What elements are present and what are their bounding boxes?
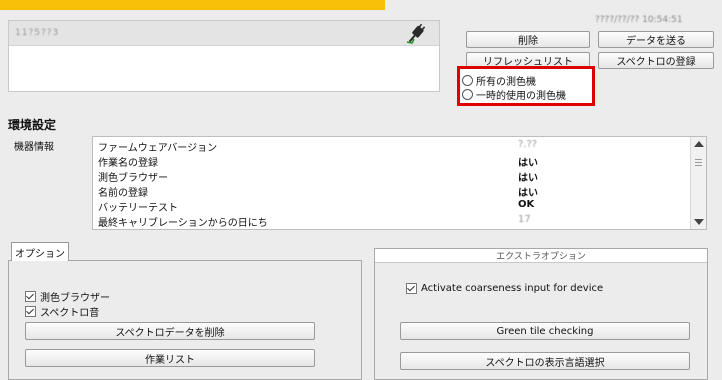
table-row[interactable]: 最終キャリブレーションからの日にち 17	[93, 213, 690, 229]
connection-plug-icon	[406, 23, 426, 44]
radio-label: 所有の測色機	[476, 76, 536, 88]
scroll-down-icon[interactable]	[694, 219, 704, 225]
row-key: ファームウェアバージョン	[98, 143, 218, 154]
scroll-up-icon[interactable]	[694, 141, 704, 147]
row-value: ?.??	[518, 139, 538, 150]
checkbox-label: スペクトロ音	[40, 308, 100, 319]
row-key: 測色ブラウザー	[98, 173, 168, 184]
row-key: 作業名の登録	[98, 158, 158, 169]
checkbox-color-browser[interactable]: 測色ブラウザー	[25, 290, 110, 304]
row-key: 名前の登録	[98, 188, 148, 199]
row-key: バッテリーテスト	[98, 203, 178, 214]
extra-options-title: エクストラオプション	[375, 249, 707, 263]
row-value: はい	[518, 158, 538, 169]
radio-circle[interactable]	[462, 74, 473, 86]
device-info-table[interactable]: ファームウェアバージョン ?.?? 作業名の登録 はい 測色ブラウザー はい 名…	[92, 136, 707, 230]
row-key: 最終キャリブレーションからの日にち	[98, 218, 268, 229]
table-row[interactable]: 名前の登録 はい	[93, 183, 690, 199]
extra-options-panel: エクストラオプション Activate coarseness input for…	[374, 248, 708, 380]
options-checkboxes: 測色ブラウザー スペクトロ音	[25, 290, 110, 319]
checkbox-checked-icon[interactable]	[25, 291, 36, 302]
radio-circle[interactable]	[462, 88, 473, 100]
checkbox-checked-icon[interactable]	[406, 283, 417, 294]
green-tile-checking-button[interactable]: Green tile checking	[400, 322, 690, 340]
scroll-grip-icon[interactable]	[695, 159, 702, 160]
row-value: はい	[518, 188, 538, 199]
table-scrollbar[interactable]	[690, 137, 706, 229]
device-id: 11?5??3	[15, 28, 60, 38]
delete-spectro-data-button[interactable]: スペクトロデータを削除	[25, 322, 315, 340]
checkbox-label: Activate coarseness input for device	[421, 283, 604, 294]
top-accent-bar	[0, 0, 385, 10]
datetime: ????/??/?? 10:54:51	[595, 15, 683, 25]
checkbox-spectro-sound[interactable]: スペクトロ音	[25, 305, 110, 319]
settings-title: 環境設定	[8, 118, 57, 132]
tab-options[interactable]: オプション	[11, 242, 69, 261]
radio-temporary-device[interactable]: 一時的使用の測色機	[460, 87, 592, 102]
row-value: はい	[518, 173, 538, 184]
radio-label: 一時的使用の測色機	[476, 90, 566, 102]
display-language-button[interactable]: スペクトロの表示言語選択	[400, 352, 690, 370]
delete-button[interactable]: 削除	[466, 31, 590, 48]
table-row[interactable]: ファームウェアバージョン ?.??	[93, 138, 690, 154]
device-info-label: 機器情報	[14, 142, 54, 153]
row-value: OK	[518, 199, 535, 210]
table-row[interactable]: 測色ブラウザー はい	[93, 168, 690, 184]
checkbox-label: 測色ブラウザー	[40, 293, 110, 304]
device-panel[interactable]: 11?5??3	[8, 20, 440, 92]
row-value: 17	[518, 214, 531, 225]
device-type-radio-group: 所有の測色機 一時的使用の測色機	[457, 66, 595, 106]
register-spectro-button[interactable]: スペクトロの登録	[598, 52, 714, 69]
checkbox-checked-icon[interactable]	[25, 306, 36, 317]
checkbox-coarseness[interactable]: Activate coarseness input for device	[406, 282, 603, 295]
radio-owned-device[interactable]: 所有の測色機	[460, 73, 592, 88]
table-row[interactable]: バッテリーテスト OK	[93, 198, 690, 214]
table-row[interactable]: 作業名の登録 はい	[93, 153, 690, 169]
send-data-button[interactable]: データを送る	[598, 31, 714, 48]
device-header[interactable]: 11?5??3	[9, 21, 439, 46]
options-panel: 測色ブラウザー スペクトロ音 スペクトロデータを削除 作業リスト	[8, 260, 362, 380]
work-list-button[interactable]: 作業リスト	[25, 349, 315, 367]
